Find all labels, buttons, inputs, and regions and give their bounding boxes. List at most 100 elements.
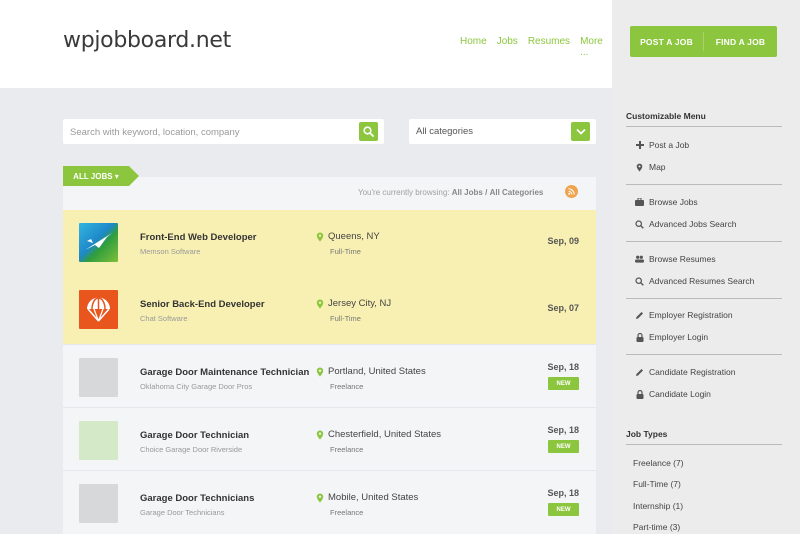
cta-group: POST A JOB FIND A JOB bbox=[630, 26, 777, 57]
sidebar-item-label: Advanced Jobs Search bbox=[649, 219, 737, 229]
job-title[interactable]: Senior Back-End Developer bbox=[140, 299, 265, 310]
placeholder-logo-icon bbox=[79, 484, 118, 523]
sidebar-item-advanced-resumes-search[interactable]: Advanced Resumes Search bbox=[635, 276, 754, 286]
browsing-category-link[interactable]: All Categories bbox=[490, 188, 544, 197]
sidebar-divider bbox=[626, 298, 782, 299]
pencil-icon bbox=[635, 311, 644, 320]
browsing-info: You're currently browsing: All Jobs / Al… bbox=[358, 188, 543, 197]
plane-logo-icon bbox=[79, 223, 118, 262]
placeholder-logo-icon bbox=[79, 421, 118, 460]
sidebar-item-label: Post a Job bbox=[649, 140, 690, 150]
site-logo[interactable]: wpjobboard.net bbox=[63, 28, 231, 53]
sidebar-item-employer-registration[interactable]: Employer Registration bbox=[635, 310, 733, 320]
browsing-jobs-link[interactable]: All Jobs bbox=[452, 188, 483, 197]
sidebar-item-candidate-registration[interactable]: Candidate Registration bbox=[635, 367, 735, 377]
search-button[interactable] bbox=[359, 122, 378, 141]
job-date: Sep, 09 bbox=[547, 236, 579, 246]
job-location: Chesterfield, United States bbox=[316, 429, 441, 440]
new-badge: NEW bbox=[548, 377, 579, 390]
job-location: Jersey City, NJ bbox=[316, 298, 391, 309]
sidebar-item-browse-resumes[interactable]: Browse Resumes bbox=[635, 254, 716, 264]
sidebar-divider bbox=[626, 241, 782, 242]
sidebar-item-browse-jobs[interactable]: Browse Jobs bbox=[635, 197, 698, 207]
sidebar-divider bbox=[626, 444, 782, 445]
nav-home[interactable]: Home bbox=[460, 36, 487, 58]
lock-icon bbox=[635, 389, 644, 399]
job-row[interactable]: Garage Door Maintenance Technician Oklah… bbox=[63, 344, 596, 411]
map-pin-icon bbox=[316, 367, 324, 376]
job-location: Mobile, United States bbox=[316, 492, 418, 503]
sidebar: Customizable Menu Post a Job Map Browse … bbox=[612, 88, 800, 534]
job-title[interactable]: Front-End Web Developer bbox=[140, 232, 256, 243]
job-date: Sep, 18 bbox=[547, 425, 579, 435]
map-pin-icon bbox=[316, 299, 324, 308]
browsing-separator: / bbox=[485, 188, 488, 197]
sidebar-item-label: Browse Jobs bbox=[649, 197, 698, 207]
job-title[interactable]: Garage Door Technicians bbox=[140, 493, 254, 504]
sidebar-item-label: Candidate Login bbox=[649, 389, 711, 399]
job-location-text: Mobile, United States bbox=[328, 492, 419, 503]
parachute-logo-icon bbox=[79, 290, 118, 329]
sidebar-divider bbox=[626, 184, 782, 185]
rss-icon[interactable] bbox=[565, 185, 578, 198]
nav-resumes[interactable]: Resumes bbox=[528, 36, 570, 58]
job-row[interactable]: Garage Door Technician Choice Garage Doo… bbox=[63, 407, 596, 474]
sidebar-item-candidate-login[interactable]: Candidate Login bbox=[635, 389, 711, 399]
sidebar-item-label: Advanced Resumes Search bbox=[649, 276, 755, 286]
sidebar-item-label: Candidate Registration bbox=[649, 367, 736, 377]
job-location-text: Portland, United States bbox=[328, 366, 426, 377]
all-jobs-tab-label: ALL JOBS ▾ bbox=[63, 166, 129, 186]
job-type: Freelance bbox=[330, 445, 364, 454]
job-type-full-time[interactable]: Full-Time (7) bbox=[633, 479, 681, 489]
job-location-text: Jersey City, NJ bbox=[328, 298, 392, 309]
map-pin-icon bbox=[316, 232, 324, 241]
job-company: Memson Software bbox=[140, 247, 201, 256]
job-title[interactable]: Garage Door Technician bbox=[140, 430, 249, 441]
briefcase-icon bbox=[635, 198, 644, 207]
job-location-text: Chesterfield, United States bbox=[328, 429, 442, 440]
search-icon bbox=[635, 219, 644, 229]
job-company: Oklahoma City Garage Door Pros bbox=[140, 382, 253, 391]
map-pin-icon bbox=[316, 493, 324, 502]
nav-jobs[interactable]: Jobs bbox=[497, 36, 518, 58]
job-date: Sep, 07 bbox=[547, 303, 579, 313]
job-title[interactable]: Garage Door Maintenance Technician bbox=[140, 367, 309, 378]
job-row[interactable]: Front-End Web Developer Memson Software … bbox=[63, 210, 596, 277]
search-icon bbox=[635, 276, 644, 286]
top-nav: Home Jobs Resumes More ... bbox=[460, 36, 612, 58]
sidebar-item-advanced-jobs-search[interactable]: Advanced Jobs Search bbox=[635, 219, 736, 229]
category-select[interactable]: All categories bbox=[409, 119, 596, 144]
job-type: Freelance bbox=[330, 508, 364, 517]
job-location: Portland, United States bbox=[316, 366, 426, 377]
placeholder-logo-icon bbox=[79, 358, 118, 397]
job-location: Queens, NY bbox=[316, 231, 380, 242]
sidebar-item-label: Employer Registration bbox=[649, 310, 733, 320]
find-job-button[interactable]: FIND A JOB bbox=[704, 26, 777, 57]
job-type-freelance[interactable]: Freelance (7) bbox=[633, 458, 684, 468]
sidebar-item-label: Map bbox=[649, 162, 666, 172]
new-badge: NEW bbox=[548, 503, 579, 516]
sidebar-menu-title: Customizable Menu bbox=[626, 111, 706, 121]
chevron-down-icon bbox=[575, 128, 586, 135]
category-dropdown-button[interactable] bbox=[571, 122, 590, 141]
sidebar-item-label: Browse Resumes bbox=[649, 254, 716, 264]
post-job-button[interactable]: POST A JOB bbox=[630, 26, 703, 57]
sidebar-item-employer-login[interactable]: Employer Login bbox=[635, 332, 708, 342]
sidebar-item-label: Employer Login bbox=[649, 332, 709, 342]
sidebar-item-post-job[interactable]: Post a Job bbox=[635, 140, 689, 150]
job-type-part-time[interactable]: Part-time (3) bbox=[633, 522, 680, 532]
nav-more[interactable]: More ... bbox=[580, 36, 612, 58]
job-row[interactable]: Senior Back-End Developer Chat Software … bbox=[63, 277, 596, 344]
job-row[interactable]: Garage Door Technicians Garage Door Tech… bbox=[63, 470, 596, 534]
job-types-title: Job Types bbox=[626, 429, 668, 439]
all-jobs-tab[interactable]: ALL JOBS ▾ bbox=[63, 166, 139, 186]
site-header: wpjobboard.net Home Jobs Resumes More ..… bbox=[0, 0, 612, 88]
lock-icon bbox=[635, 332, 644, 342]
sidebar-divider bbox=[626, 126, 782, 127]
search-box bbox=[63, 119, 384, 144]
job-type-internship[interactable]: Internship (1) bbox=[633, 501, 683, 511]
plus-icon bbox=[635, 141, 644, 150]
search-input[interactable] bbox=[70, 124, 350, 140]
sidebar-item-map[interactable]: Map bbox=[635, 162, 666, 172]
browsing-prefix: You're currently browsing: bbox=[358, 188, 450, 197]
